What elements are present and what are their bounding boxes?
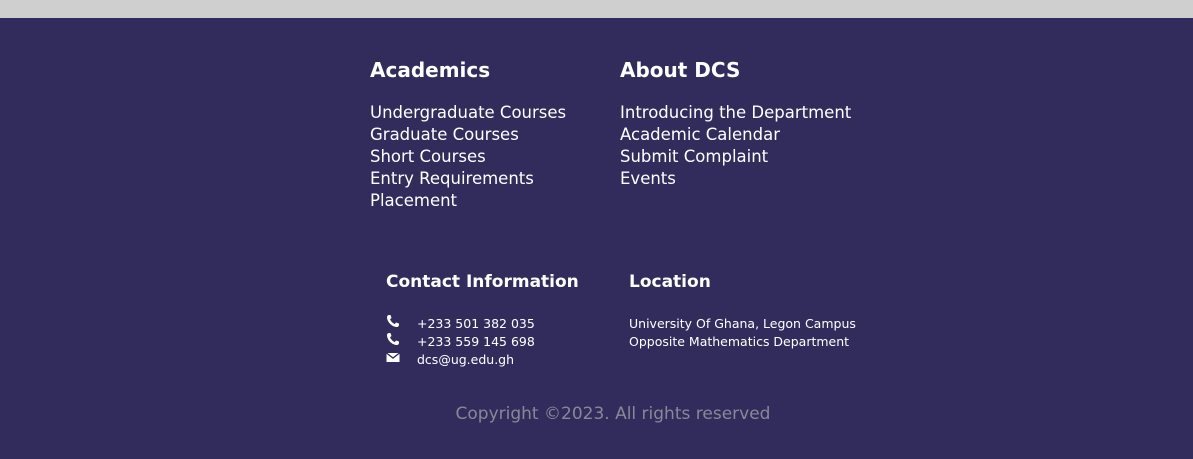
site-footer: Academics Undergraduate Courses Graduate… [0,18,1193,459]
copyright-text: Copyright ©2023. All rights reserved [455,404,771,424]
mail-icon [386,350,400,364]
location-line-1: University Of Ghana, Legon Campus [629,316,856,331]
phone-icon [386,332,400,346]
top-strip [0,0,1193,18]
contact-heading: Contact Information [386,272,579,292]
academics-heading: Academics [370,58,491,82]
location-heading: Location [629,272,711,292]
about-links: Introducing the Department Academic Cale… [620,102,851,190]
phone-number-1[interactable]: +233 501 382 035 [417,315,535,333]
link-entry-requirements[interactable]: Entry Requirements [370,168,566,190]
phone-icon [386,314,400,328]
link-undergraduate-courses[interactable]: Undergraduate Courses [370,102,566,124]
link-submit-complaint[interactable]: Submit Complaint [620,146,851,168]
contact-list: +233 501 382 035 +233 559 145 698 dcs@ug… [386,315,579,369]
link-graduate-courses[interactable]: Graduate Courses [370,124,566,146]
link-short-courses[interactable]: Short Courses [370,146,566,168]
email-address[interactable]: dcs@ug.edu.gh [417,351,514,369]
contact-column: Contact Information +233 501 382 035 +23… [386,272,579,369]
link-events[interactable]: Events [620,168,851,190]
link-introducing-department[interactable]: Introducing the Department [620,102,851,124]
academics-column: Academics Undergraduate Courses Graduate… [370,58,566,212]
contact-phone-1: +233 501 382 035 [386,315,579,333]
contact-email: dcs@ug.edu.gh [386,351,579,369]
academics-links: Undergraduate Courses Graduate Courses S… [370,102,566,212]
link-placement[interactable]: Placement [370,190,566,212]
about-column: About DCS Introducing the Department Aca… [620,58,851,190]
link-academic-calendar[interactable]: Academic Calendar [620,124,851,146]
location-address: University Of Ghana, Legon Campus Opposi… [629,315,856,351]
about-heading: About DCS [620,58,741,82]
contact-phone-2: +233 559 145 698 [386,333,579,351]
location-line-2: Opposite Mathematics Department [629,334,850,349]
location-column: Location University Of Ghana, Legon Camp… [629,272,856,351]
phone-number-2[interactable]: +233 559 145 698 [417,333,535,351]
